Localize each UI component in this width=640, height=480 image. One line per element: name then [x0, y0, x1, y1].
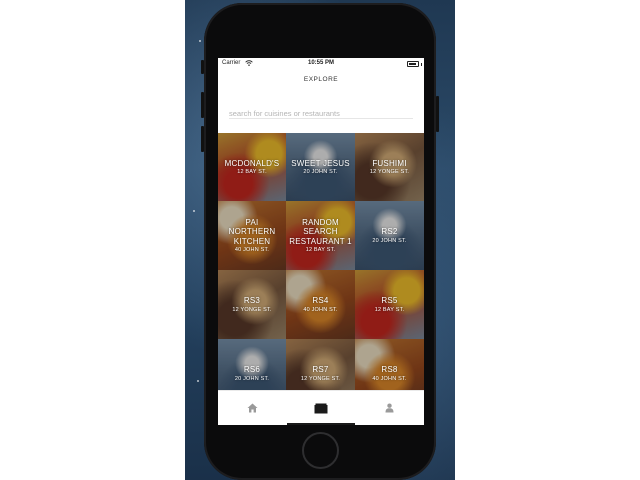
restaurant-tile[interactable]: RANDOM SEARCH RESTAURANT 1 12 BAY ST. [286, 201, 355, 270]
restaurant-name: RS4 [312, 296, 329, 306]
restaurant-address: 20 JOHN ST. [303, 169, 338, 176]
restaurant-name: RS6 [243, 365, 261, 375]
search-bar [229, 103, 413, 121]
tab-profile[interactable] [355, 391, 424, 425]
restaurant-address: 40 JOHN ST. [303, 306, 338, 313]
restaurant-caption: RS4 40 JOHN ST. [286, 270, 355, 339]
restaurant-address: 12 YONGE ST. [232, 306, 272, 313]
explore-icon [314, 403, 328, 413]
restaurant-tile[interactable]: RS3 12 YONGE ST. [218, 270, 286, 339]
restaurant-caption: FUSHIMI 12 YONGE ST. [355, 133, 424, 201]
home-icon [247, 403, 258, 413]
volume-up-button [201, 92, 204, 118]
restaurant-address: 12 BAY ST. [305, 247, 336, 254]
app-screen: Carrier 10:55 PM EXPLORE MCDONALD'S12 BA… [218, 58, 424, 425]
tab-explore[interactable] [286, 391, 356, 425]
restaurant-tile[interactable]: RS7 12 YONGE ST. [286, 339, 355, 390]
restaurant-name: RS7 [312, 365, 329, 375]
restaurant-grid: MCDONALD'S 12 BAY ST. SWEET JESUS 20 JOHN S… [218, 133, 424, 390]
restaurant-name: FUSHIMI [372, 158, 407, 168]
restaurant-tile[interactable]: RS4 40 JOHN ST. [286, 270, 355, 339]
search-input[interactable] [229, 106, 413, 121]
restaurant-address: 40 JOHN ST. [372, 375, 407, 382]
restaurant-caption: RS5 12 BAY ST. [355, 270, 424, 339]
restaurant-caption: RS7 12 YONGE ST. [286, 339, 355, 390]
restaurant-tile[interactable]: RS5 12 BAY ST. [355, 270, 424, 339]
wallpaper-star [197, 380, 199, 382]
wallpaper-star [199, 40, 201, 42]
restaurant-name: RS8 [381, 365, 398, 375]
battery-level-fill [409, 63, 416, 65]
home-button[interactable] [302, 432, 339, 469]
restaurant-tile[interactable]: MCDONALD'S 12 BAY ST. [218, 133, 286, 201]
restaurant-name: RANDOM SEARCH RESTAURANT 1 [289, 217, 352, 246]
restaurant-address: 12 YONGE ST. [300, 375, 341, 382]
restaurant-name: RS3 [243, 296, 261, 306]
page-title: EXPLORE [303, 76, 339, 83]
restaurant-address: 40 JOHN ST. [234, 247, 270, 254]
restaurant-address: 12 BAY ST. [374, 306, 405, 313]
restaurant-name: RS5 [381, 296, 398, 306]
battery-icon [407, 61, 419, 67]
restaurant-caption: RS2 20 JOHN ST. [355, 201, 424, 270]
restaurant-name: PAI NORTHERN KITCHEN [228, 217, 276, 246]
restaurant-caption: SWEET JESUS 20 JOHN ST. [286, 133, 355, 201]
profile-icon [385, 403, 394, 413]
restaurant-caption: MCDONALD'S 12 BAY ST. [218, 133, 286, 201]
restaurant-name: RS2 [381, 227, 398, 237]
restaurant-tile[interactable]: FUSHIMI 12 YONGE ST. [355, 133, 424, 201]
restaurant-address: 20 JOHN ST. [234, 375, 270, 382]
restaurant-name: SWEET JESUS [291, 158, 350, 168]
tab-bar [218, 390, 424, 425]
tab-home[interactable] [218, 391, 287, 425]
battery-nub [421, 63, 422, 66]
restaurant-address: 12 BAY ST. [237, 169, 267, 176]
restaurant-caption: RANDOM SEARCH RESTAURANT 1 12 BAY ST. [286, 201, 355, 270]
restaurant-tile[interactable]: RS6 20 JOHN ST. [218, 339, 286, 390]
power-button [436, 96, 439, 132]
restaurant-tile[interactable]: RS2 20 JOHN ST. [355, 201, 424, 270]
restaurant-address: 20 JOHN ST. [372, 237, 407, 244]
restaurant-address: 12 YONGE ST. [369, 169, 410, 176]
restaurant-caption: RS6 20 JOHN ST. [218, 339, 286, 390]
restaurant-caption: RS3 12 YONGE ST. [218, 270, 286, 339]
status-bar: Carrier 10:55 PM [218, 58, 424, 71]
restaurant-tile[interactable]: PAI NORTHERN KITCHEN 40 JOHN ST. [218, 201, 286, 270]
status-time: 10:55 PM [307, 60, 334, 66]
restaurant-caption: PAI NORTHERN KITCHEN 40 JOHN ST. [218, 201, 286, 270]
restaurant-tile[interactable]: SWEET JESUS 20 JOHN ST. [286, 133, 355, 201]
volume-down-button [201, 126, 204, 152]
restaurant-tile[interactable]: RS8 40 JOHN ST. [355, 339, 424, 390]
restaurant-name: MCDONALD'S [224, 158, 280, 168]
mute-switch [201, 60, 204, 74]
wallpaper-star [193, 210, 195, 212]
restaurant-caption: RS8 40 JOHN ST. [355, 339, 424, 390]
